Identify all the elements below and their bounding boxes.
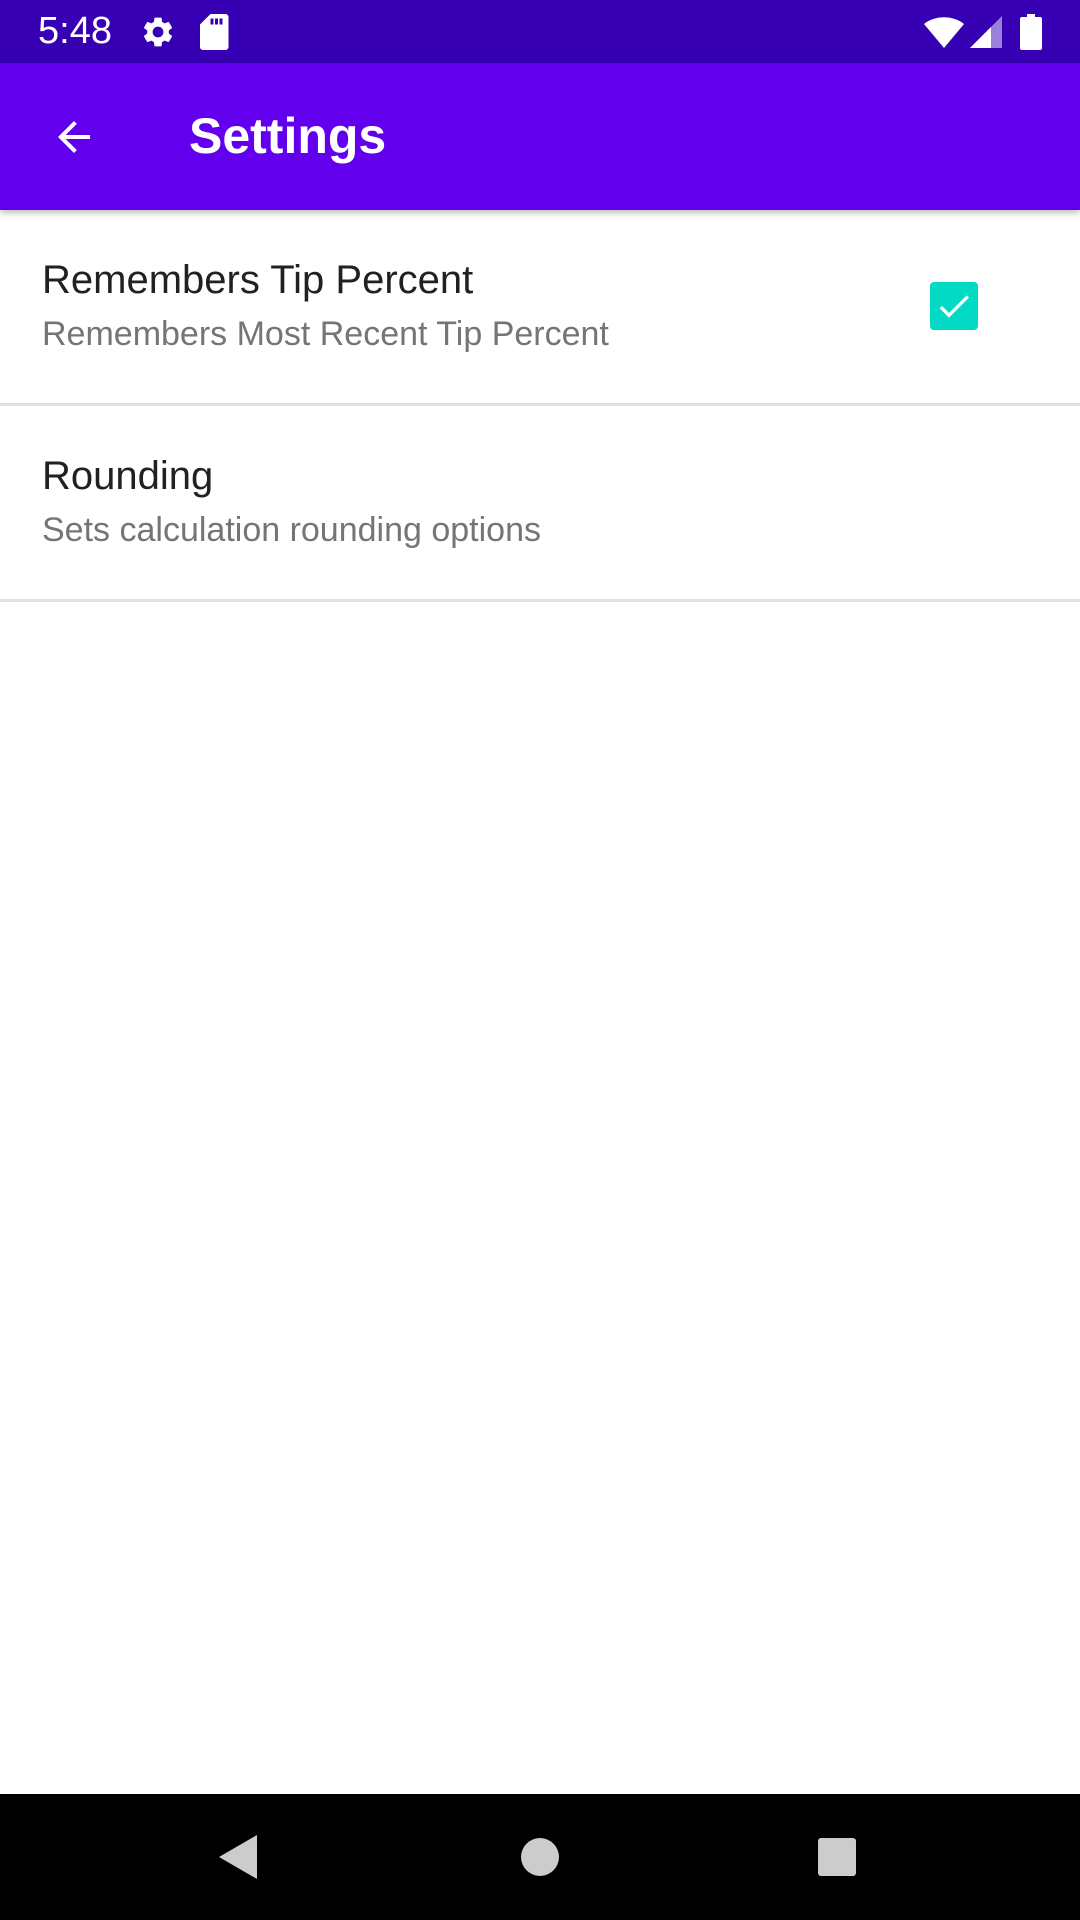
settings-screen: 5:48 Settings Remembers Tip Percent Reme… <box>0 0 1080 1920</box>
status-time: 5:48 <box>38 10 112 52</box>
settings-icon <box>138 0 178 63</box>
check-icon <box>939 295 969 318</box>
status-bar: 5:48 <box>0 0 1080 63</box>
navigation-bar <box>0 1794 1080 1920</box>
signal-icon <box>968 0 1004 63</box>
preference-title: Rounding <box>42 454 214 498</box>
preference-summary: Remembers Most Recent Tip Percent <box>42 315 609 353</box>
preference-summary: Sets calculation rounding options <box>42 511 541 549</box>
nav-home-button[interactable] <box>477 1794 603 1920</box>
back-triangle-icon <box>219 1835 257 1879</box>
sd-card-icon <box>198 0 232 63</box>
home-circle-icon <box>521 1838 559 1876</box>
preference-list: Remembers Tip Percent Remembers Most Rec… <box>0 210 1080 602</box>
preference-title: Remembers Tip Percent <box>42 258 474 302</box>
app-bar: Settings <box>0 63 1080 210</box>
recents-square-icon <box>818 1838 856 1876</box>
battery-icon <box>1018 0 1044 63</box>
nav-recents-button[interactable] <box>774 1794 900 1920</box>
arrow-back-icon <box>58 121 90 153</box>
back-button[interactable] <box>30 93 118 181</box>
nav-back-button[interactable] <box>176 1794 302 1920</box>
wifi-icon <box>922 0 966 63</box>
preference-rounding[interactable]: Rounding Sets calculation rounding optio… <box>0 406 1080 602</box>
page-title: Settings <box>189 108 387 164</box>
preference-remember-tip-percent[interactable]: Remembers Tip Percent Remembers Most Rec… <box>0 210 1080 406</box>
remember-tip-checkbox[interactable] <box>930 282 978 330</box>
